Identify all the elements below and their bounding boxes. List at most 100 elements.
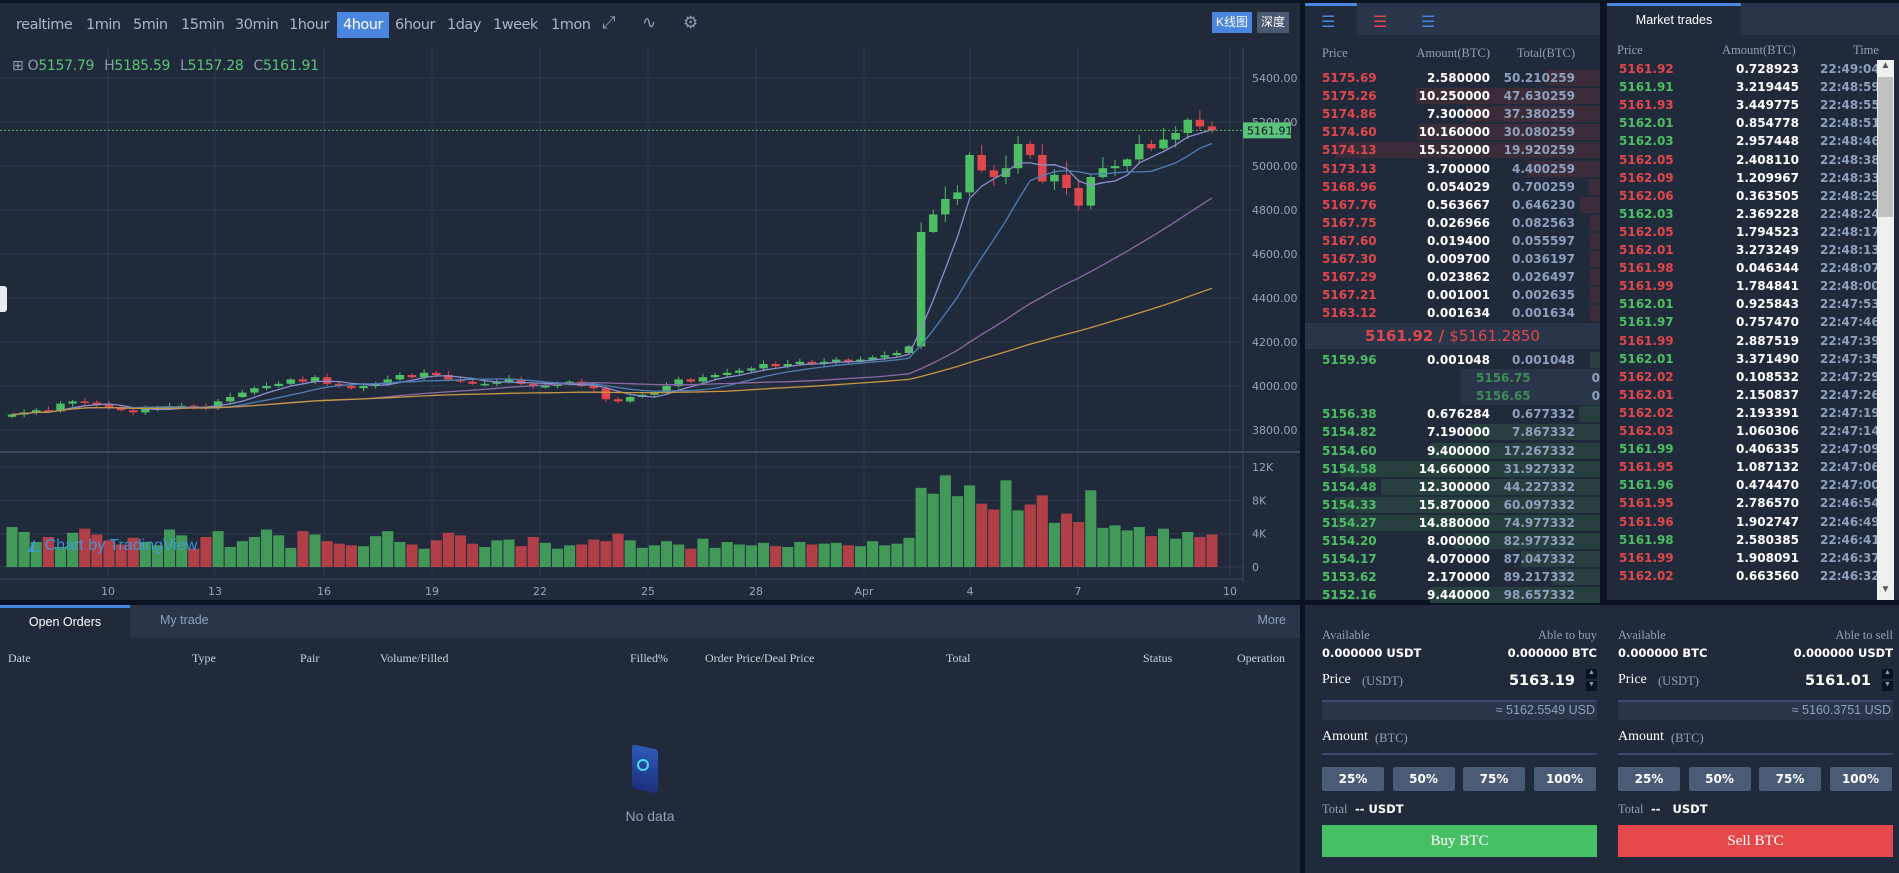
timeframe-5min[interactable]: 5min [127,12,174,38]
indicator-line-icon[interactable]: ∿ [642,13,656,33]
price-chart[interactable]: 5400.005200.005000.004800.004600.004400.… [0,3,1300,600]
view-bids-tab[interactable]: ☰ [1407,3,1457,36]
ask-row[interactable]: 5167.76 0.563667 0.646230 [1305,196,1600,214]
percent-25-button[interactable]: 25% [1618,767,1680,791]
volume-bar [648,545,660,567]
price-up-icon[interactable]: ▲ [1882,669,1893,679]
price-value[interactable]: 5161.01 [1805,673,1871,689]
trade-price: 5161.96 [1619,514,1674,529]
scroll-down-icon[interactable]: ▼ [1877,584,1894,600]
trade-row: 5162.02 0.108532 22:47:29 [1607,368,1877,386]
price-value[interactable]: 5163.19 [1509,673,1575,689]
ask-row[interactable]: 5168.96 0.054029 0.700259 [1305,178,1600,196]
volume-bar [636,547,648,567]
amount: 14.660000 [1418,461,1490,476]
high-value: 5185.59 [114,58,171,74]
trade-amount: 3.371490 [1736,351,1800,366]
ask-row[interactable]: 5167.30 0.009700 0.036197 [1305,250,1600,268]
ask-row[interactable]: 5167.21 0.001001 0.002635 [1305,286,1600,304]
candle-body [1098,168,1108,177]
percent-75-button[interactable]: 75% [1759,767,1821,791]
sell-btc-button[interactable]: Sell BTC [1618,825,1893,857]
scroll-up-icon[interactable]: ▲ [1877,60,1894,76]
legend-toggle-icon[interactable]: ⊞ [12,58,28,74]
timeframe-4hour[interactable]: 4hour [337,12,389,38]
percent-100-button[interactable]: 100% [1829,767,1892,791]
percent-100-button[interactable]: 100% [1533,767,1596,791]
popup-price: 5156.65 [1476,389,1531,403]
volume-bar [588,539,600,567]
bid-row[interactable]: 5152.16 9.440000 98.657332 [1305,586,1600,604]
timeframe-1day[interactable]: 1day [441,12,487,38]
price-tick: 4600.00 [1252,248,1298,261]
ask-row[interactable]: 5175.69 2.580000 50.210259 [1305,69,1600,87]
trade-row: 5162.01 3.273249 22:48:13 [1607,241,1877,259]
bid-row[interactable]: 5153.62 2.170000 89.217332 [1305,568,1600,586]
total: 0.036197 [1511,252,1575,266]
timeframe-1hour[interactable]: 1hour [283,12,335,38]
bid-row[interactable]: 5154.48 12.300000 44.227332 [1305,478,1600,496]
depth-bar [1589,214,1600,231]
bid-row[interactable]: 5154.60 9.400000 17.267332 [1305,442,1600,460]
amount: 12.300000 [1418,479,1490,494]
bid-row[interactable]: 5154.58 14.660000 31.927332 [1305,460,1600,478]
scroll-thumb[interactable] [1878,77,1893,217]
bid-row[interactable]: 5154.20 8.000000 82.977332 [1305,532,1600,550]
trades-scrollbar[interactable]: ▲ ▼ [1877,60,1894,600]
timeframe-15min[interactable]: 15min [175,12,230,38]
bid-row[interactable]: 5154.33 15.870000 60.097332 [1305,496,1600,514]
settings-gear-icon[interactable]: ⚙ [683,13,698,33]
ask-row[interactable]: 5163.12 0.001634 0.001634 [1305,304,1600,322]
percent-50-button[interactable]: 50% [1688,767,1751,791]
sell-form: Available Able to sell 0.000000 BTC 0.00000… [1618,605,1893,873]
volume-bar [830,542,842,567]
percent-75-button[interactable]: 75% [1463,767,1525,791]
buy-amount-input[interactable] [1322,727,1597,755]
ask-row[interactable]: 5167.60 0.019400 0.055597 [1305,232,1600,250]
volume-bar [212,531,224,567]
percent-50-button[interactable]: 50% [1392,767,1455,791]
view-asks-tab[interactable]: ☰ [1357,3,1407,36]
bid-row[interactable]: 5159.96 0.001048 0.001048 [1305,351,1600,369]
ask-row[interactable]: 5173.13 3.700000 4.400259 [1305,160,1600,178]
view-both-tab[interactable]: ☰ [1305,3,1357,36]
depth-button[interactable]: 深度 [1257,12,1290,33]
volume-bar [709,547,721,567]
fullscreen-icon[interactable]: ⤢ [602,13,616,33]
market-trades-tab[interactable]: Market trades [1607,3,1741,36]
timeframe-30min[interactable]: 30min [229,12,284,38]
tradingview-watermark: ◭ Chart by TradingView [28,535,197,555]
col-amount: Amount(BTC) [1416,46,1490,60]
popup-row[interactable]: 5156.75 0 [1461,369,1600,387]
price-down-icon[interactable]: ▼ [1882,681,1893,691]
volume-tick: 12K [1252,461,1274,474]
side-collapse-handle[interactable] [0,286,7,312]
ask-row[interactable]: 5175.26 10.250000 47.630259 [1305,87,1600,105]
tab-my-trade[interactable]: My trade [160,605,209,638]
ask-row[interactable]: 5174.13 15.520000 19.920259 [1305,141,1600,159]
price-up-icon[interactable]: ▲ [1586,669,1597,679]
sell-amount-input[interactable] [1618,727,1893,755]
bid-row[interactable]: 5156.38 0.676284 0.677332 [1305,405,1600,423]
timeframe-6hour[interactable]: 6hour [389,12,441,38]
tab-open-orders[interactable]: Open Orders [0,605,130,638]
timeframe-1week[interactable]: 1week [487,12,544,38]
price-down-icon[interactable]: ▼ [1586,681,1597,691]
timeframe-1min[interactable]: 1min [80,12,127,38]
ask-row[interactable]: 5174.86 7.300000 37.380259 [1305,105,1600,123]
more-link[interactable]: More [1258,605,1286,638]
percent-25-button[interactable]: 25% [1322,767,1384,791]
timeframe-realtime[interactable]: realtime [10,12,78,38]
ask-row[interactable]: 5167.75 0.026966 0.082563 [1305,214,1600,232]
bid-row[interactable]: 5154.82 7.190000 7.867332 [1305,423,1600,441]
bid-row[interactable]: 5154.27 14.880000 74.977332 [1305,514,1600,532]
ask-row[interactable]: 5167.29 0.023862 0.026497 [1305,268,1600,286]
ask-row[interactable]: 5174.60 10.160000 30.080259 [1305,123,1600,141]
popup-row[interactable]: 5156.65 0 [1461,387,1600,405]
volume-bar [406,544,418,567]
kline-button[interactable]: K线图 [1212,12,1253,33]
bid-row[interactable]: 5154.17 4.070000 87.047332 [1305,550,1600,568]
amount: 14.880000 [1418,515,1490,530]
buy-btc-button[interactable]: Buy BTC [1322,825,1597,857]
timeframe-1mon[interactable]: 1mon [545,12,596,38]
